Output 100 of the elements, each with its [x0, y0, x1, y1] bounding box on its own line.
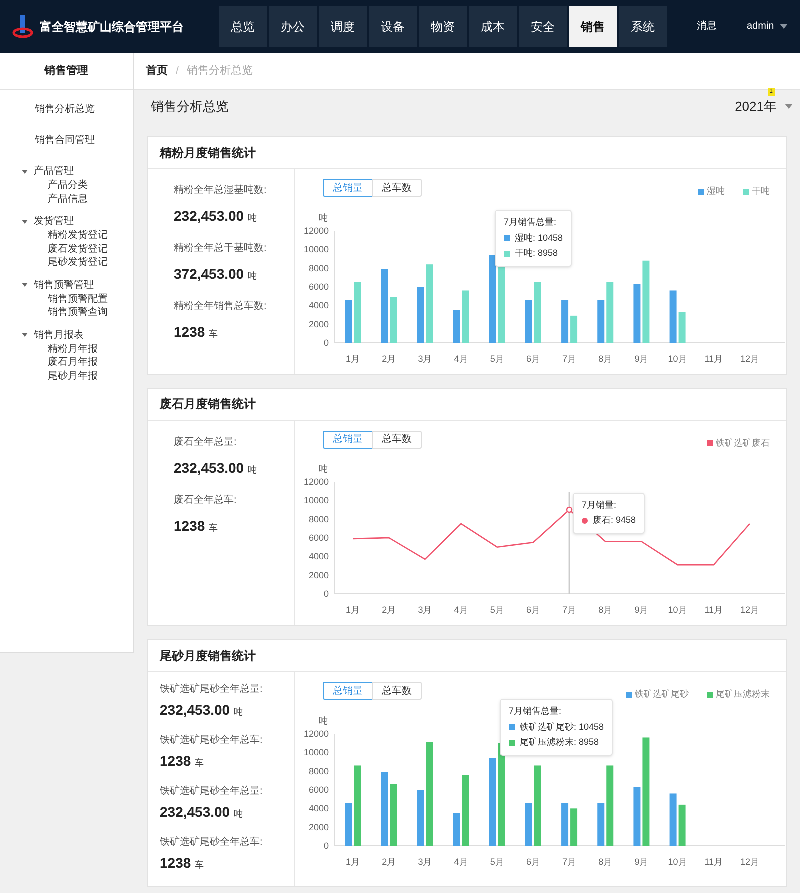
tick-label: 3月	[418, 856, 432, 866]
bar	[678, 804, 686, 846]
tooltip-text: 废石: 9458	[593, 514, 636, 527]
tick-label: 2000	[308, 822, 329, 832]
legend-label: 铁矿选矿废石	[716, 436, 770, 450]
stat-label: 精粉全年销售总车数:	[174, 300, 268, 314]
tooltip-text: 湿吨: 10458	[515, 232, 564, 244]
sidebar-item[interactable]: 销售合同管理	[0, 133, 133, 148]
tick-label: 6000	[308, 784, 329, 794]
tick-label: 8000	[308, 514, 329, 524]
tick-label: 5月	[490, 354, 504, 364]
tick-label: 3月	[418, 354, 432, 364]
bar	[678, 312, 686, 342]
tick-label: 2月	[382, 354, 396, 364]
toggle-button[interactable]: 总销量	[323, 179, 373, 197]
tick-label: 9月	[634, 605, 649, 615]
toggle-button[interactable]: 总销量	[323, 430, 373, 448]
tick-label: 2月	[382, 605, 396, 615]
toggle-button[interactable]: 总车数	[372, 682, 422, 700]
tooltip-text: 尾矿压滤粉末: 8958	[520, 736, 600, 749]
tick-label: 10000	[304, 244, 329, 254]
tooltip-title: 7月销售总量:	[509, 705, 563, 718]
caret-icon	[780, 24, 788, 29]
sidebar-title: 销售管理	[44, 64, 88, 79]
breadcrumb-separator: /	[176, 64, 180, 79]
sidebar-item[interactable]: 废石发货登记	[0, 242, 133, 256]
sidebar-item[interactable]: 精粉月年报	[0, 342, 133, 356]
sidebar-item[interactable]: 废石月年报	[0, 356, 133, 370]
tick-label: 10月	[668, 856, 688, 866]
stat-label: 铁矿选矿尾砂全年总车:	[160, 836, 264, 850]
tick-label: 8000	[308, 262, 329, 273]
user-menu[interactable]: admin	[747, 19, 788, 34]
sidebar-group[interactable]: 产品管理	[0, 164, 74, 179]
bar	[417, 790, 424, 846]
nav-tab[interactable]: 设备	[369, 6, 417, 47]
sidebar-item[interactable]: 精粉发货登记	[0, 229, 133, 242]
caret-icon	[22, 220, 28, 224]
nav-tab[interactable]: 调度	[319, 6, 367, 47]
tick-label: 7月	[562, 605, 577, 615]
nav-tab[interactable]: 安全	[519, 6, 567, 47]
year-select[interactable]: 2021年	[735, 96, 793, 116]
toggle-button[interactable]: 总车数	[372, 430, 422, 448]
stat-label: 废石全年总量:	[174, 436, 238, 450]
stat-unit: 车	[209, 522, 218, 534]
card-title: 废石月度销售统计	[160, 396, 256, 413]
nav-tab[interactable]: 办公	[269, 6, 317, 47]
nav-tab[interactable]: 系统	[619, 6, 667, 47]
messages-link[interactable]: 消息	[697, 19, 717, 34]
nav-tab[interactable]: 总览	[219, 6, 267, 47]
tick-label: 0	[324, 589, 329, 599]
tick-label: 4月	[454, 856, 468, 866]
axis-unit: 吨	[319, 464, 328, 474]
bar	[345, 802, 352, 846]
sidebar-item[interactable]: 产品分类	[0, 179, 133, 192]
breadcrumb-link[interactable]: 首页	[146, 62, 168, 80]
bar	[345, 300, 352, 342]
bar	[606, 282, 614, 342]
sidebar-group[interactable]: 销售预警管理	[0, 278, 94, 292]
sidebar-group[interactable]: 发货管理	[0, 214, 74, 229]
toggle-button[interactable]: 总销量	[323, 682, 373, 700]
tick-label: 6月	[526, 605, 540, 615]
tick-label: 1月	[346, 856, 360, 866]
nav-tab[interactable]: 销售	[569, 6, 617, 47]
bar	[453, 310, 460, 342]
sidebar-item[interactable]: 产品信息	[0, 192, 133, 206]
nav-tab[interactable]: 成本	[469, 6, 517, 47]
bar	[525, 802, 532, 846]
tick-label: 12月	[740, 354, 760, 364]
toggle-button[interactable]: 总车数	[372, 179, 422, 197]
bar	[354, 282, 362, 342]
bar	[598, 802, 605, 846]
sidebar-item[interactable]: 尾砂发货登记	[0, 256, 133, 270]
tooltip-title: 7月销售总量:	[504, 216, 558, 229]
stat-unit: 车	[195, 859, 204, 872]
bar	[562, 802, 569, 846]
axis-unit: 吨	[319, 716, 328, 726]
sidebar-item[interactable]: 销售预警查询	[0, 306, 133, 320]
nav-tab[interactable]: 物资	[419, 6, 467, 47]
sidebar-item[interactable]: 销售预警配置	[0, 292, 133, 306]
stat-unit: 吨	[248, 212, 258, 225]
stat-label: 铁矿选矿尾砂全年总量:	[160, 682, 264, 697]
stat-unit: 车	[195, 757, 204, 770]
tick-label: 6000	[308, 282, 329, 292]
bar	[634, 284, 641, 342]
stat-label: 精粉全年总湿基吨数:	[174, 184, 268, 198]
sidebar-item[interactable]: 销售分析总览	[0, 102, 133, 117]
bar	[462, 774, 470, 846]
bar	[634, 786, 641, 846]
sidebar-group[interactable]: 销售月报表	[0, 328, 84, 342]
stat-value: 232,453.00	[174, 458, 244, 478]
tick-label: 11月	[704, 605, 724, 615]
logo-icon	[12, 14, 34, 40]
bar	[570, 315, 578, 342]
sidebar-item[interactable]: 尾砂月年报	[0, 370, 133, 383]
stat-label: 废石全年总车:	[174, 494, 238, 508]
stat-label: 铁矿选矿尾砂全年总车:	[160, 734, 264, 748]
app-title: 富全智慧矿山综合管理平台	[40, 18, 184, 36]
card-title: 精粉月度销售统计	[160, 144, 256, 162]
legend-label: 铁矿选矿尾砂	[635, 688, 689, 701]
tick-label: 2月	[382, 856, 396, 866]
